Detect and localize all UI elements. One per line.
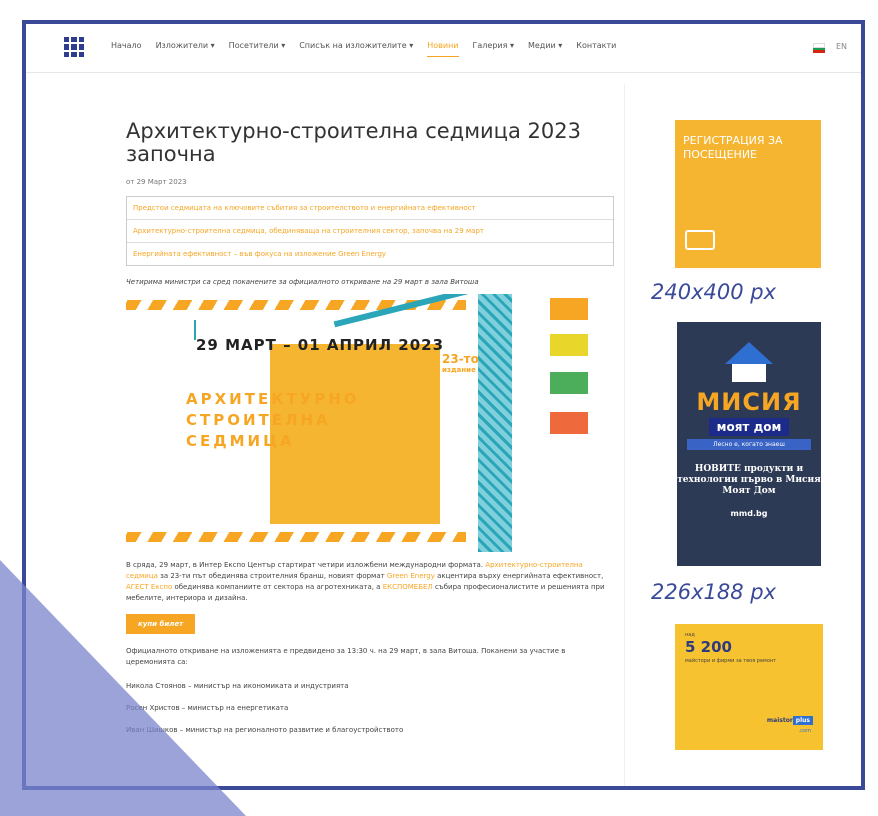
ad-brand: МИСИЯ (696, 388, 802, 416)
ad-url: mmd.bg (730, 509, 768, 518)
poster-event-name: АРХИТЕКТУРНО СТРОИТЕЛНА СЕДМИЦА (186, 389, 360, 452)
house-body (732, 364, 766, 382)
ad3-subtitle: майстори и фирми за твоя ремонт (685, 658, 777, 664)
event-poster-image: 29 МАРТ – 01 АПРИЛ 2023 23-то издание АР… (126, 294, 588, 552)
sidebar: РЕГИСТРАЦИЯ ЗА ПОСЕЩЕНИЕ 240x400 px МИСИ… (624, 84, 855, 786)
poster-edition-number: 23-то (442, 352, 479, 366)
ad3-number: 5 200 (685, 638, 732, 656)
banner-size-label: 226x188 px (651, 580, 777, 604)
related-link[interactable]: Енергийната ефективност – във фокуса на … (127, 243, 613, 265)
article-lead: Четирима министри са сред поканените за … (126, 278, 479, 286)
ticket-icon (685, 230, 715, 250)
poster-edition-label: издание (442, 366, 476, 374)
main-menu: Начало Изложители ▾ Посетители ▾ Списък … (111, 41, 616, 57)
menu-item-visitors[interactable]: Посетители ▾ (229, 41, 286, 57)
poster-name-line: АРХИТЕКТУРНО (186, 390, 360, 408)
poster-dates: 29 МАРТ – 01 АПРИЛ 2023 (196, 336, 445, 354)
registration-banner[interactable]: РЕГИСТРАЦИЯ ЗА ПОСЕЩЕНИЕ (675, 120, 821, 268)
ad-brand-sub: моят дом (708, 418, 790, 436)
body-link[interactable]: ЕКСПОМЕБЕЛ (383, 583, 433, 591)
decorative-triangle (0, 560, 246, 816)
misia-moyat-dom-banner[interactable]: МИСИЯ моят дом Лесно е, когато знаеш НОВ… (677, 322, 821, 566)
logo-domain: .com (798, 728, 811, 734)
logo-word: maistor (766, 717, 793, 724)
crane-icon (478, 294, 512, 552)
ad-slogan: Лесно е, когато знаеш (687, 439, 811, 450)
banner-size-label: 240x400 px (651, 280, 777, 304)
poster-name-line: СТРОИТЕЛНА (186, 411, 331, 429)
poster-name-line: СЕДМИЦА (186, 432, 295, 450)
partner-logo (550, 412, 588, 434)
menu-item-gallery[interactable]: Галерия ▾ (473, 41, 514, 57)
maistorplus-banner[interactable]: над 5 200 майстори и фирми за твоя ремон… (675, 624, 823, 750)
site-logo-icon[interactable] (64, 37, 84, 57)
house-icon (725, 342, 773, 364)
crane-arm (333, 294, 491, 328)
article-date: от 29 Март 2023 (126, 178, 187, 186)
body-link[interactable]: Green Energy (387, 572, 435, 580)
hazard-stripe (126, 532, 466, 542)
maistorplus-logo: maistor plus (766, 716, 813, 725)
body-text: акцентира върху енергийната ефективност, (434, 572, 604, 580)
menu-item-exhibitor-list[interactable]: Списък на изложителите ▾ (299, 41, 413, 57)
menu-item-home[interactable]: Начало (111, 41, 142, 57)
related-links: Предстои седмицата на ключовите събития … (126, 196, 614, 266)
related-link[interactable]: Предстои седмицата на ключовите събития … (127, 197, 613, 220)
bulgarian-flag-icon[interactable] (813, 43, 825, 53)
menu-item-contacts[interactable]: Контакти (576, 41, 616, 57)
related-link[interactable]: Архитектурно-строителна седмица, обединя… (127, 220, 613, 243)
poster-edition: 23-то издание (442, 352, 479, 374)
logo-plus: plus (792, 716, 813, 725)
menu-item-news[interactable]: Новини (427, 41, 459, 57)
ad-headline: НОВИТЕ продукти и технологии първо в Мис… (677, 464, 821, 496)
partner-logo (550, 372, 588, 394)
menu-item-exhibitors[interactable]: Изложители ▾ (156, 41, 215, 57)
partner-logo (550, 334, 588, 356)
language-switch[interactable]: EN (836, 42, 847, 51)
partner-logo (550, 298, 588, 320)
top-navigation: Начало Изложители ▾ Посетители ▾ Списък … (26, 24, 861, 73)
registration-banner-text: РЕГИСТРАЦИЯ ЗА ПОСЕЩЕНИЕ (683, 134, 783, 161)
menu-item-media[interactable]: Медии ▾ (528, 41, 562, 57)
article-title: Архитектурно-строителна седмица 2023 зап… (126, 119, 581, 166)
